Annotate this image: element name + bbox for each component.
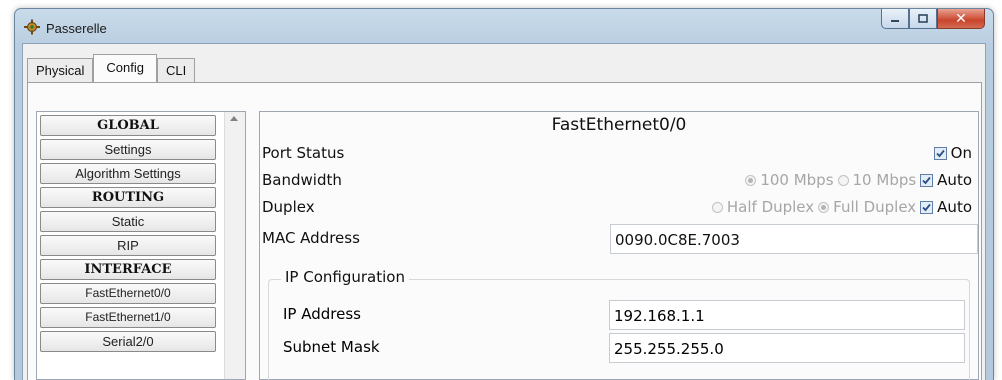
bandwidth-label: Bandwidth [262, 171, 342, 189]
nav-fastethernet1-0[interactable]: FastEthernet1/0 [40, 307, 216, 328]
scroll-up-arrow-icon[interactable] [230, 116, 238, 121]
bandwidth-auto-label: Auto [937, 171, 972, 189]
nav-routing[interactable]: ROUTING [40, 187, 216, 208]
duplex-auto-checkbox[interactable] [920, 200, 934, 214]
half-duplex-radio[interactable] [711, 201, 723, 213]
bandwidth-100-radio[interactable] [745, 174, 757, 186]
nav-settings[interactable]: Settings [40, 139, 216, 160]
close-icon: ✕ [955, 10, 967, 27]
tab-bar: Physical Config CLI [27, 54, 196, 82]
ip-configuration-group: IP Configuration IP Address 192.168.1.1 … [268, 268, 970, 380]
bandwidth-100-label: 100 Mbps [760, 171, 834, 189]
minimize-button[interactable] [881, 9, 909, 29]
window-client-area: Physical Config CLI GLOBAL Settings Algo… [22, 43, 986, 380]
tab-physical[interactable]: Physical [27, 58, 94, 82]
duplex-auto-label: Auto [937, 198, 972, 216]
ip-address-label: IP Address [283, 305, 361, 323]
maximize-icon [918, 13, 928, 23]
title-bar[interactable]: Passerelle ✕ [15, 9, 993, 43]
minimize-icon [891, 19, 899, 22]
ip-address-field[interactable]: 192.168.1.1 [609, 300, 965, 330]
panel-title: FastEthernet0/0 [551, 115, 687, 135]
mac-address-label: MAC Address [262, 229, 360, 247]
nav-rip[interactable]: RIP [40, 235, 216, 256]
window-title: Passerelle [46, 21, 107, 36]
nav-fastethernet0-0[interactable]: FastEthernet0/0 [40, 283, 216, 304]
app-window: Passerelle ✕ Physical Config CLI GLOBAL … [14, 8, 994, 380]
bandwidth-row: Bandwidth 100 Mbps 10 Mbps Auto [262, 168, 972, 194]
port-status-label: Port Status [262, 144, 345, 162]
nav-interface[interactable]: INTERFACE [40, 259, 216, 280]
port-status-on-label: On [950, 144, 972, 162]
bandwidth-10-label: 10 Mbps [852, 171, 917, 189]
tab-config[interactable]: Config [93, 54, 157, 82]
half-duplex-label: Half Duplex [726, 198, 815, 216]
checkmark-icon [936, 149, 945, 157]
nav-global[interactable]: GLOBAL [40, 115, 216, 136]
port-status-row: Port Status On [262, 141, 972, 167]
port-status-checkbox[interactable] [933, 146, 947, 160]
duplex-row: Duplex Half Duplex Full Duplex Auto [262, 195, 972, 221]
bandwidth-auto-checkbox[interactable] [920, 173, 934, 187]
duplex-label: Duplex [262, 198, 315, 216]
nav-algorithm-settings[interactable]: Algorithm Settings [40, 163, 216, 184]
maximize-button[interactable] [909, 9, 937, 29]
nav-static[interactable]: Static [40, 211, 216, 232]
config-nav-list: GLOBAL Settings Algorithm Settings ROUTI… [36, 111, 246, 380]
ip-address-row: IP Address 192.168.1.1 [283, 300, 965, 330]
full-duplex-radio[interactable] [818, 201, 830, 213]
router-gear-icon [24, 19, 40, 35]
full-duplex-label: Full Duplex [833, 198, 917, 216]
ip-configuration-legend: IP Configuration [281, 268, 409, 286]
close-button[interactable]: ✕ [937, 9, 985, 29]
subnet-mask-field[interactable]: 255.255.255.0 [609, 333, 965, 363]
bandwidth-10-radio[interactable] [837, 174, 849, 186]
subnet-mask-label: Subnet Mask [283, 338, 380, 356]
nav-scrollbar[interactable] [224, 112, 245, 379]
subnet-mask-row: Subnet Mask 255.255.255.0 [283, 333, 965, 363]
mac-address-field[interactable]: 0090.0C8E.7003 [610, 224, 978, 254]
config-tab-body: GLOBAL Settings Algorithm Settings ROUTI… [27, 82, 982, 380]
mac-address-row: MAC Address 0090.0C8E.7003 [262, 224, 978, 254]
checkmark-icon [922, 203, 931, 211]
tab-cli[interactable]: CLI [157, 58, 196, 82]
nav-serial2-0[interactable]: Serial2/0 [40, 331, 216, 352]
interface-panel: FastEthernet0/0 Port Status On Bandwidth [259, 111, 979, 380]
checkmark-icon [922, 176, 931, 184]
